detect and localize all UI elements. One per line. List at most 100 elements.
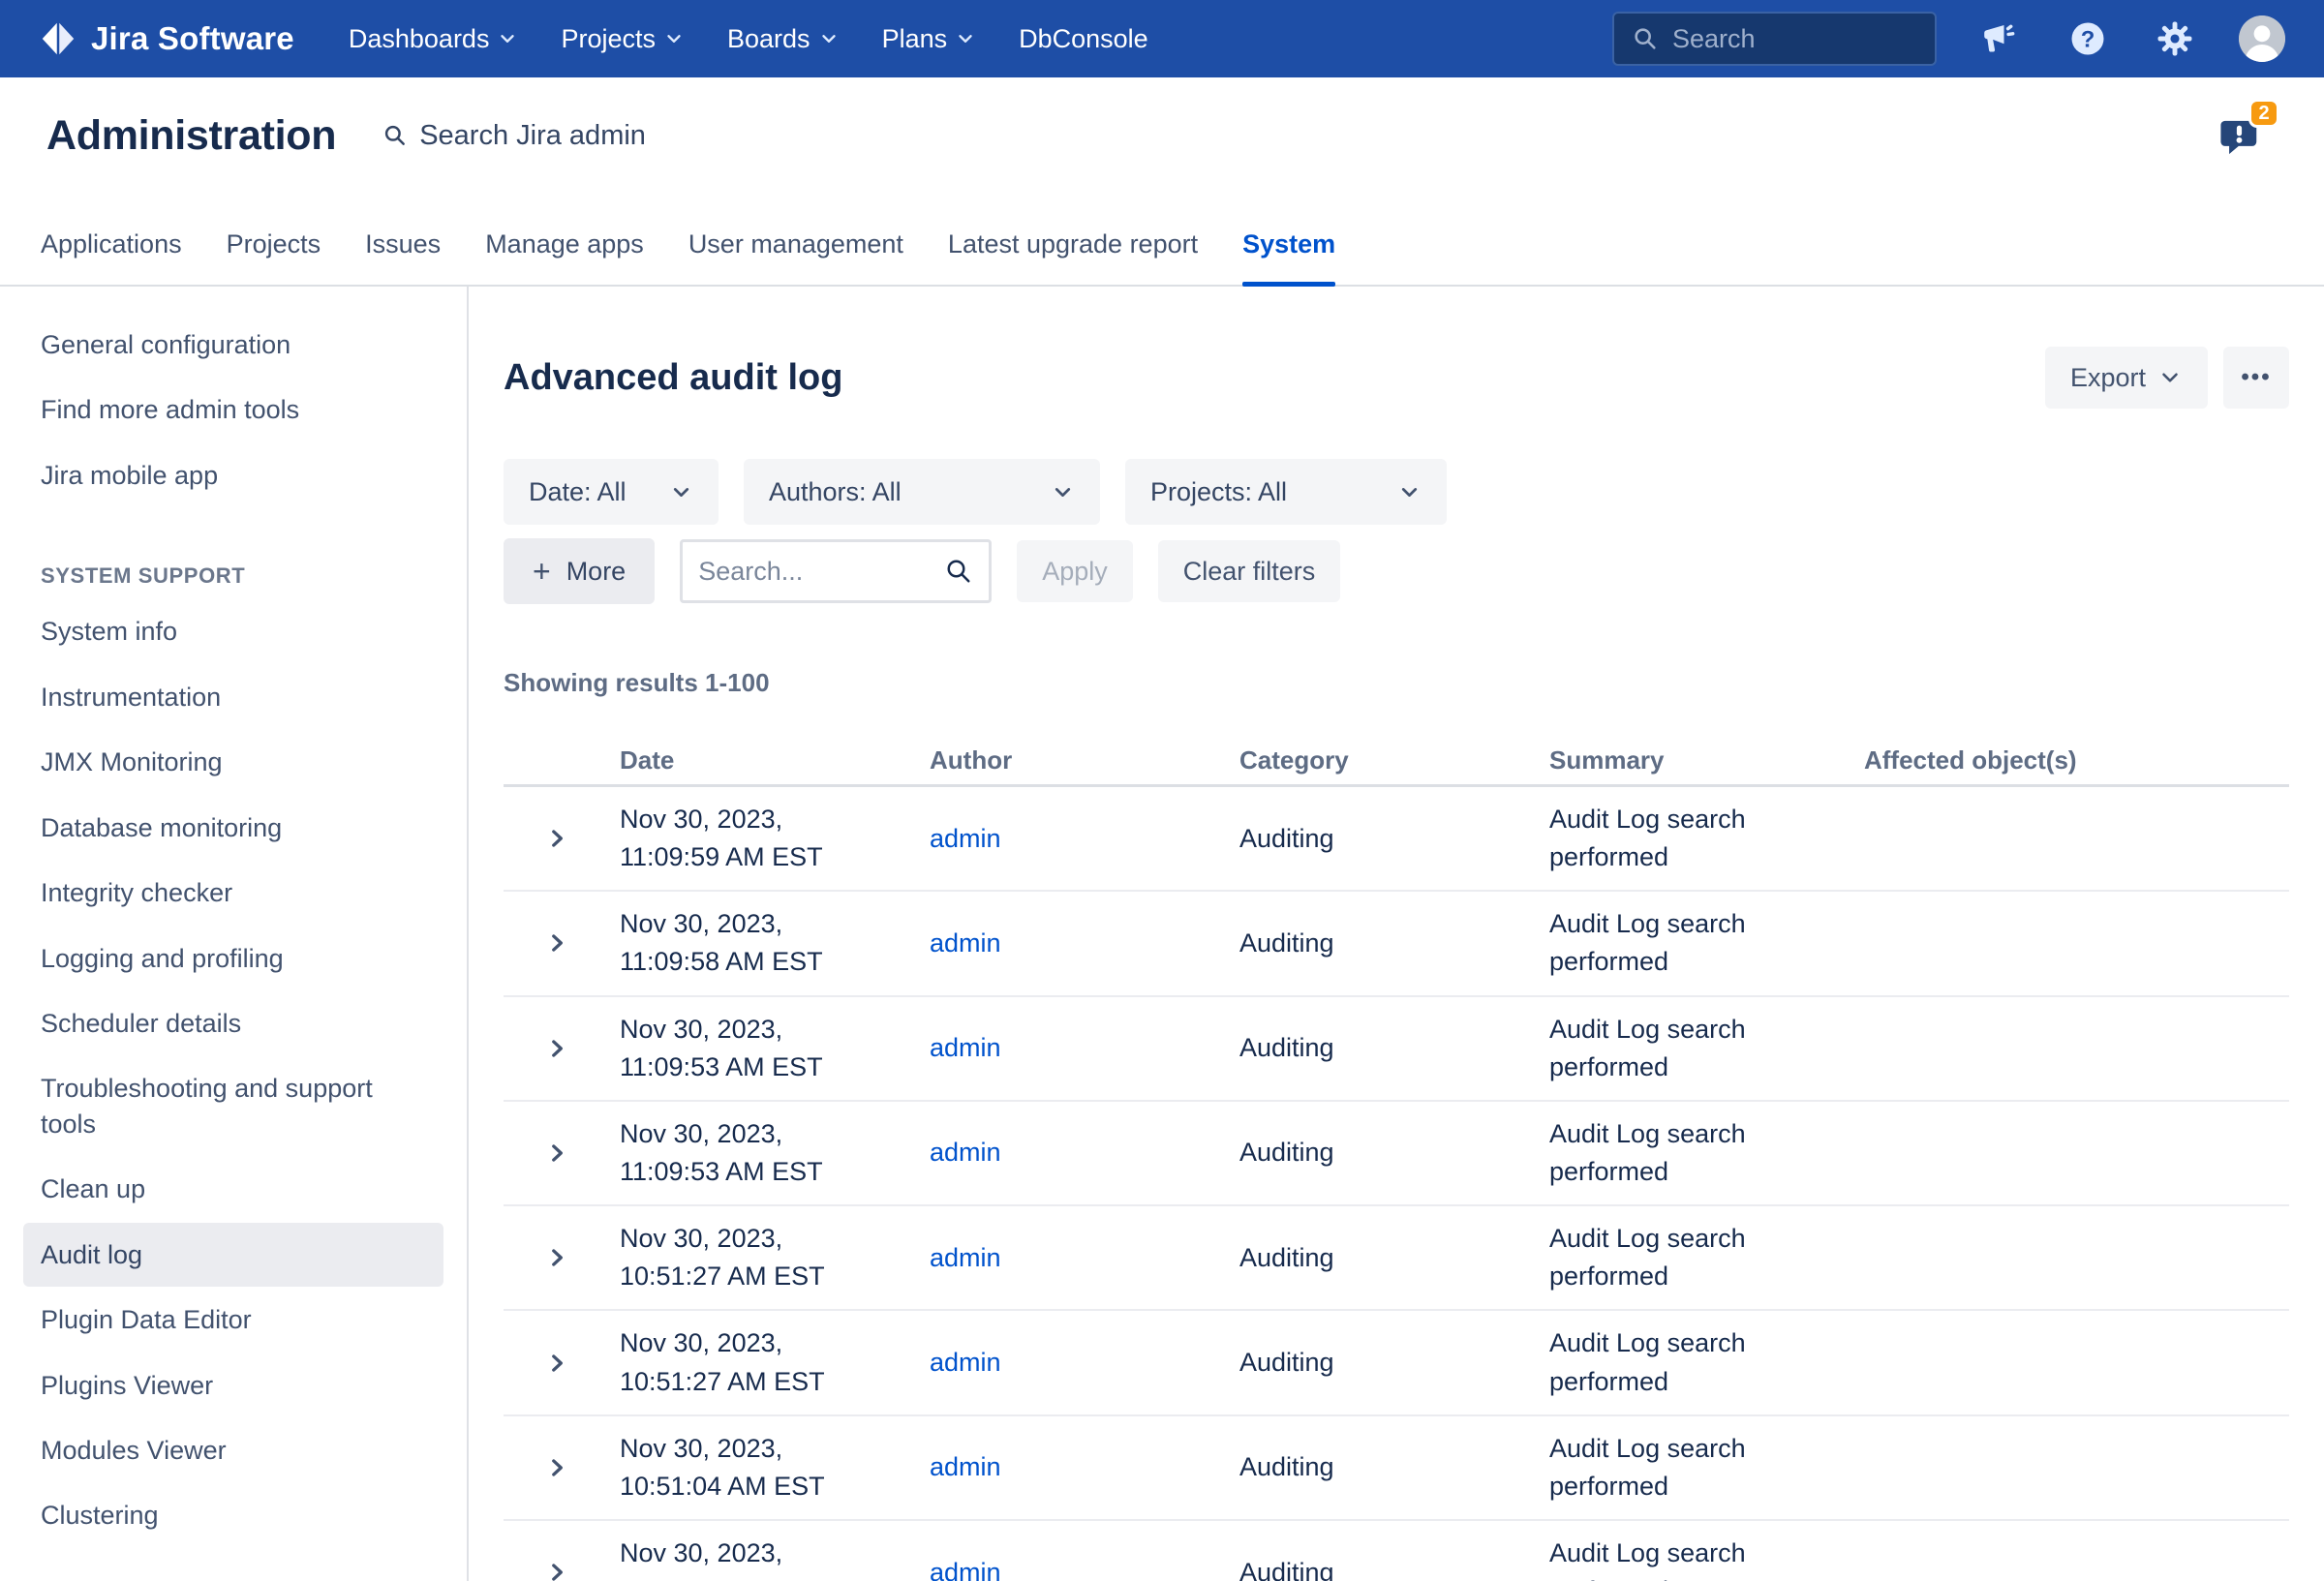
tab-projects[interactable]: Projects [227, 229, 321, 285]
filter-row-secondary: + More Apply Clear filters [504, 538, 2289, 604]
nav-item-boards[interactable]: Boards [727, 24, 840, 54]
summary-line-1: Audit Log search [1549, 1535, 1845, 1572]
expand-row-button[interactable] [504, 826, 620, 851]
more-options-button[interactable]: ••• [2223, 347, 2289, 409]
summary-line-2: performed [1549, 1049, 1845, 1086]
cell-category: Auditing [1239, 1138, 1549, 1168]
help-button[interactable]: ? [2064, 15, 2111, 62]
summary-line-1: Audit Log search [1549, 1430, 1845, 1468]
date-filter-label: Date: All [529, 477, 627, 507]
summary-line-2: performed [1549, 1258, 1845, 1295]
summary-line-2: performed [1549, 1363, 1845, 1401]
sidebar-item-scheduler-details[interactable]: Scheduler details [23, 991, 443, 1055]
clear-filters-label: Clear filters [1183, 557, 1316, 587]
author-link[interactable]: admin [930, 1138, 1001, 1167]
sidebar-item-troubleshooting-and-support-tools[interactable]: Troubleshooting and support tools [23, 1056, 443, 1156]
table-body: Nov 30, 2023, 11:09:59 AM EST admin Audi… [504, 787, 2289, 1581]
apply-button[interactable]: Apply [1017, 540, 1133, 602]
global-search-input[interactable] [1672, 24, 1917, 54]
date-line-1: Nov 30, 2023, [620, 1115, 910, 1153]
expand-row-button[interactable] [504, 1140, 620, 1166]
sidebar-item-jira-mobile-app[interactable]: Jira mobile app [23, 443, 443, 507]
sidebar-item-plugin-data-editor[interactable]: Plugin Data Editor [23, 1288, 443, 1352]
author-link[interactable]: admin [930, 1452, 1001, 1481]
author-link[interactable]: admin [930, 928, 1001, 958]
nav-item-dashboards[interactable]: Dashboards [349, 24, 519, 54]
chevron-right-icon [544, 826, 569, 851]
author-link[interactable]: admin [930, 1243, 1001, 1272]
sidebar-item-clustering[interactable]: Clustering [23, 1483, 443, 1547]
author-link[interactable]: admin [930, 1033, 1001, 1062]
sidebar-item-database-monitoring[interactable]: Database monitoring [23, 796, 443, 860]
projects-filter-label: Projects: All [1150, 477, 1287, 507]
tab-latest-upgrade-report[interactable]: Latest upgrade report [948, 229, 1198, 285]
date-line-1: Nov 30, 2023, [620, 1220, 910, 1258]
expand-row-button[interactable] [504, 930, 620, 956]
admin-tabs: Applications Projects Issues Manage apps… [0, 194, 2324, 287]
sidebar-item-instrumentation[interactable]: Instrumentation [23, 665, 443, 729]
filter-search-input[interactable] [698, 557, 934, 587]
global-search-box[interactable] [1612, 12, 1937, 66]
notifications-button[interactable]: 2 [2216, 110, 2266, 161]
cell-summary: Audit Log search performed [1549, 1102, 1864, 1204]
nav-item-projects[interactable]: Projects [561, 24, 685, 54]
expand-row-button[interactable] [504, 1245, 620, 1270]
search-icon[interactable] [944, 557, 973, 586]
announcements-button[interactable] [1977, 15, 2024, 62]
cell-date: Nov 30, 2023, 10:51:04 AM EST [620, 1416, 930, 1519]
top-nav-bar: Jira Software Dashboards Projects Boards… [0, 0, 2324, 77]
chevron-down-icon [669, 480, 693, 504]
tab-user-management[interactable]: User management [688, 229, 903, 285]
author-link[interactable]: admin [930, 1348, 1001, 1377]
summary-line-2: performed [1549, 1153, 1845, 1191]
authors-filter-dropdown[interactable]: Authors: All [744, 459, 1100, 525]
sidebar-item-jmx-monitoring[interactable]: JMX Monitoring [23, 730, 443, 794]
author-link[interactable]: admin [930, 1558, 1001, 1581]
clear-filters-button[interactable]: Clear filters [1158, 540, 1341, 602]
date-line-1: Nov 30, 2023, [620, 1324, 910, 1362]
nav-item-label: DbConsole [1019, 24, 1148, 54]
user-avatar[interactable] [2239, 15, 2285, 62]
projects-filter-dropdown[interactable]: Projects: All [1125, 459, 1447, 525]
sidebar-item-audit-log[interactable]: Audit log [23, 1223, 443, 1287]
cell-author: admin [930, 1138, 1239, 1168]
nav-item-plans[interactable]: Plans [882, 24, 977, 54]
jira-logo[interactable]: Jira Software [39, 19, 294, 58]
nav-item-dbconsole[interactable]: DbConsole [1019, 24, 1148, 54]
expand-row-button[interactable] [504, 1351, 620, 1376]
more-filters-button[interactable]: + More [504, 538, 655, 604]
cell-author: admin [930, 1243, 1239, 1273]
tab-applications[interactable]: Applications [41, 229, 182, 285]
date-line-1: Nov 30, 2023, [620, 1011, 910, 1049]
sidebar-item-system-info[interactable]: System info [23, 599, 443, 663]
column-header-date: Date [620, 745, 930, 775]
results-count: Showing results 1-100 [504, 668, 2289, 698]
sidebar-item-clean-up[interactable]: Clean up [23, 1157, 443, 1221]
sidebar-item-general-configuration[interactable]: General configuration [23, 313, 443, 377]
date-line-1: Nov 30, 2023, [620, 801, 910, 838]
summary-line-1: Audit Log search [1549, 1115, 1845, 1153]
main-actions: Export ••• [2045, 347, 2289, 409]
expand-row-button[interactable] [504, 1036, 620, 1061]
jira-logo-icon [39, 19, 77, 58]
expand-row-button[interactable] [504, 1560, 620, 1581]
column-header-category: Category [1239, 745, 1549, 775]
chevron-right-icon [544, 1245, 569, 1270]
sidebar-item-plugins-viewer[interactable]: Plugins Viewer [23, 1353, 443, 1417]
settings-button[interactable] [2152, 15, 2198, 62]
author-link[interactable]: admin [930, 824, 1001, 853]
expand-row-button[interactable] [504, 1455, 620, 1480]
cell-author: admin [930, 928, 1239, 958]
tab-system[interactable]: System [1242, 229, 1335, 285]
tab-manage-apps[interactable]: Manage apps [485, 229, 644, 285]
export-button[interactable]: Export [2045, 347, 2208, 409]
summary-line-1: Audit Log search [1549, 1324, 1845, 1362]
date-filter-dropdown[interactable]: Date: All [504, 459, 719, 525]
sidebar-item-find-more-admin-tools[interactable]: Find more admin tools [23, 378, 443, 441]
sidebar-item-logging-and-profiling[interactable]: Logging and profiling [23, 927, 443, 990]
sidebar-item-integrity-checker[interactable]: Integrity checker [23, 861, 443, 925]
tab-issues[interactable]: Issues [365, 229, 441, 285]
admin-search[interactable]: Search Jira admin [382, 120, 646, 152]
nav-item-label: Boards [727, 24, 810, 54]
sidebar-item-modules-viewer[interactable]: Modules Viewer [23, 1418, 443, 1482]
